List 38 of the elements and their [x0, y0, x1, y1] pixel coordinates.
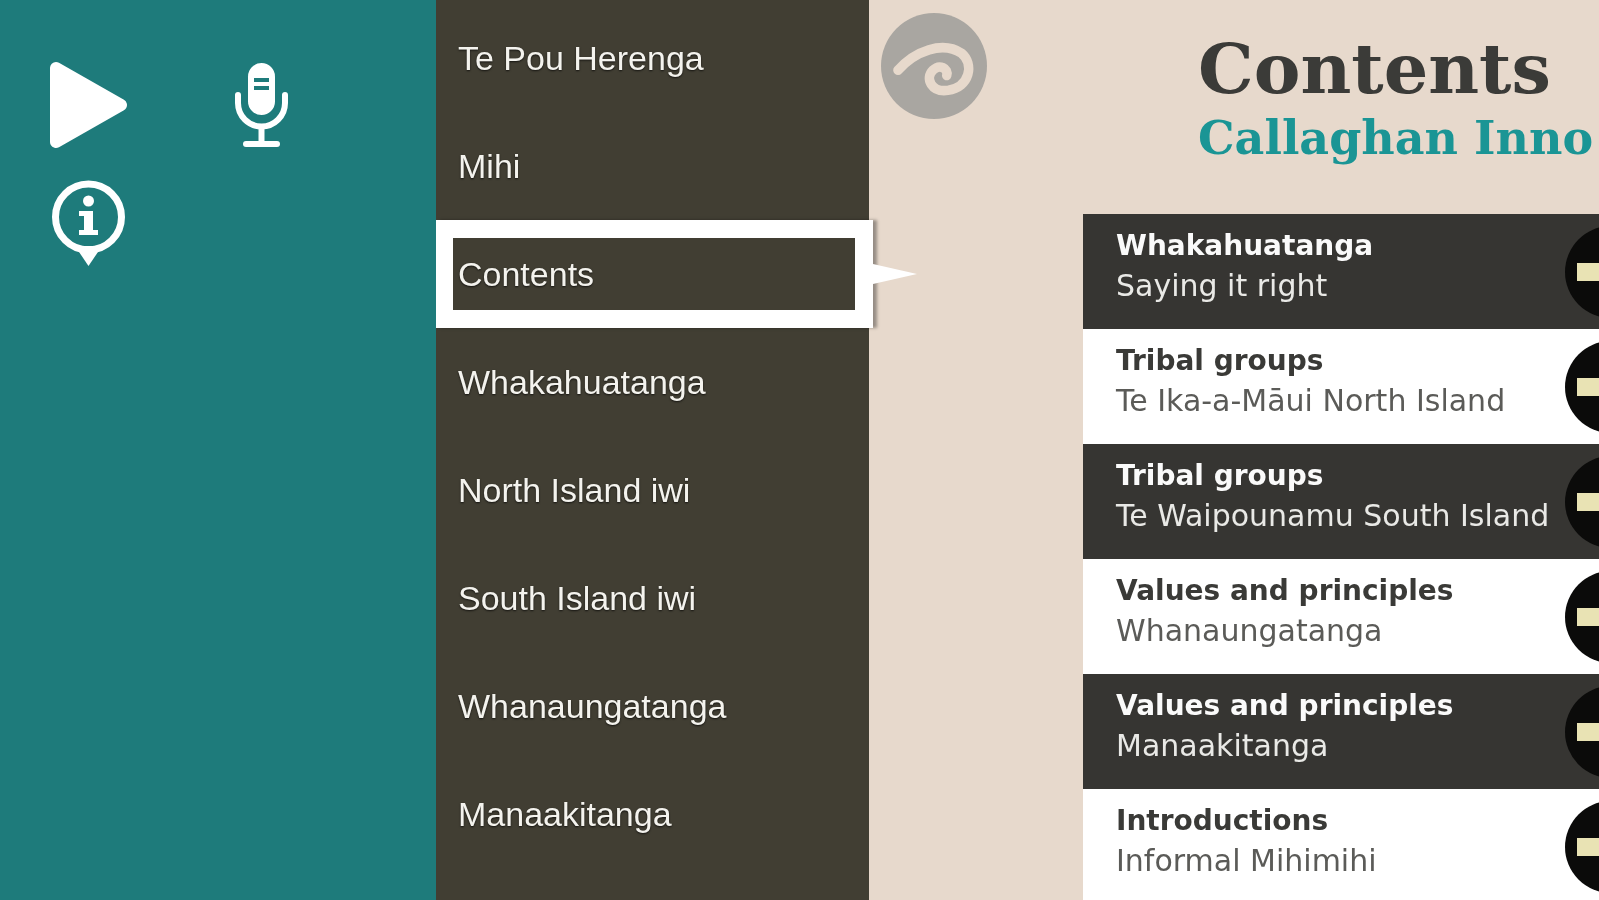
section-title: Tribal groups	[1116, 459, 1324, 493]
info-icon[interactable]	[49, 180, 128, 267]
section-subtitle: Whanaungatanga	[1116, 612, 1383, 650]
page-subtitle: Callaghan Inno	[1198, 113, 1594, 163]
menu-item[interactable]: Te Pou Herenga	[436, 4, 869, 112]
section-subtitle: Manaakitanga	[1116, 727, 1329, 765]
section-row[interactable]: Tribal groups Te Ika-a-Māui North Island	[1083, 329, 1599, 444]
menu-item[interactable]: North Island iwi	[436, 436, 869, 544]
menu-item[interactable]: Manaakitanga	[436, 760, 869, 868]
minus-icon[interactable]	[1565, 685, 1599, 778]
section-title: Values and principles	[1116, 574, 1454, 608]
section-subtitle: Informal Mihimihi	[1116, 842, 1377, 880]
page-title: Contents	[1198, 32, 1551, 106]
minus-icon[interactable]	[1565, 225, 1599, 318]
selection-pointer	[873, 264, 917, 284]
menu-item[interactable]: Whakahuatanga	[436, 328, 869, 436]
play-icon[interactable]	[49, 61, 128, 149]
section-row[interactable]: Whakahuatanga Saying it right	[1083, 214, 1599, 329]
minus-icon[interactable]	[1565, 570, 1599, 663]
section-title: Whakahuatanga	[1116, 229, 1374, 263]
minus-icon[interactable]	[1565, 800, 1599, 893]
section-row[interactable]: Introductions Informal Mihimihi	[1083, 789, 1599, 900]
section-row[interactable]: Values and principles Manaakitanga	[1083, 674, 1599, 789]
section-row[interactable]: Tribal groups Te Waipounamu South Island	[1083, 444, 1599, 559]
section-title: Values and principles	[1116, 689, 1454, 723]
minus-icon[interactable]	[1565, 455, 1599, 548]
section-title: Tribal groups	[1116, 344, 1324, 378]
microphone-icon[interactable]	[232, 61, 291, 149]
section-subtitle: Te Ika-a-Māui North Island	[1116, 382, 1506, 420]
section-row[interactable]: Values and principles Whanaungatanga	[1083, 559, 1599, 674]
menu-item[interactable]: Mihi	[436, 112, 869, 220]
minus-icon[interactable]	[1565, 340, 1599, 433]
section-subtitle: Saying it right	[1116, 267, 1328, 305]
section-subtitle: Te Waipounamu South Island	[1116, 497, 1550, 535]
menu-item[interactable]: South Island iwi	[436, 544, 869, 652]
menu-item[interactable]: Whanaungatanga	[436, 652, 869, 760]
menu-item[interactable]: Contents	[436, 220, 873, 328]
section-title: Introductions	[1116, 804, 1329, 838]
